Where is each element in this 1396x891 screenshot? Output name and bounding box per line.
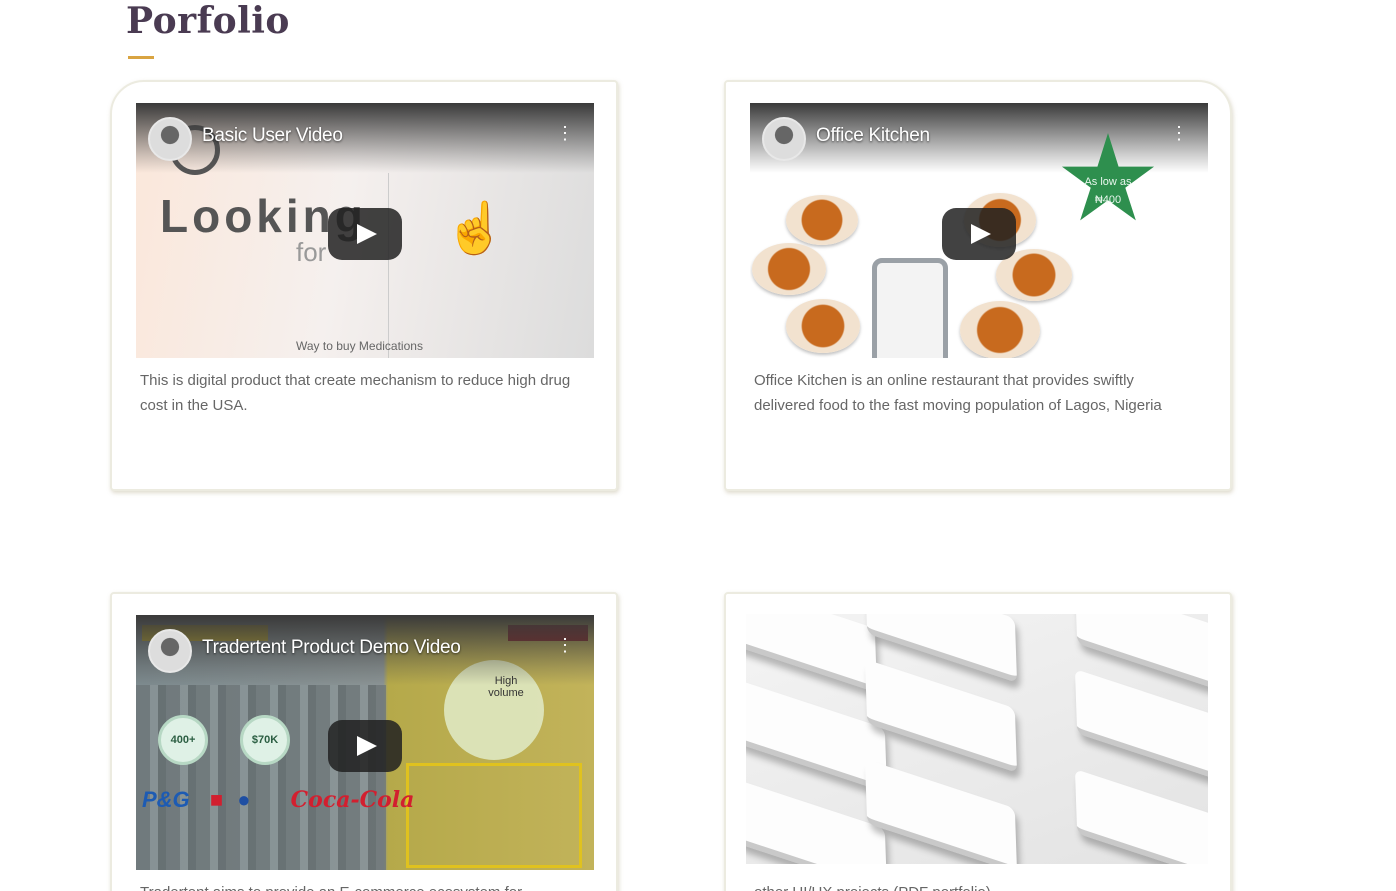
more-vert-icon[interactable]: ⋮: [1170, 124, 1188, 151]
card-description: This is digital product that create mech…: [140, 372, 571, 414]
video-embed-basic-user[interactable]: Looking for ☝ Way to buy Medications Bas…: [136, 103, 594, 358]
channel-avatar[interactable]: [148, 629, 192, 673]
stat-badge: 400+: [158, 715, 208, 765]
phone-mockup-image: [872, 258, 948, 358]
phone-mockup-image: [746, 614, 878, 694]
title-underline: [128, 56, 154, 59]
card-description: other UI/UX projects (PDF portfolio): [754, 880, 1194, 891]
more-vert-icon[interactable]: ⋮: [556, 636, 574, 663]
video-title[interactable]: Tradertent Product Demo Video: [202, 637, 461, 659]
stat-badge: $70K: [240, 715, 290, 765]
highlight-box: [406, 763, 582, 868]
portfolio-card-uiux: other UI/UX projects (PDF portfolio): [724, 592, 1232, 891]
food-plate-image: [960, 301, 1040, 358]
card-description: Tradertent aims to provide an E-commerce…: [140, 880, 580, 891]
card-description: Office Kitchen is an online restaurant t…: [754, 372, 1162, 414]
hand-cursor-icon: ☝: [444, 200, 507, 256]
channel-avatar[interactable]: [762, 117, 806, 161]
video-title[interactable]: Office Kitchen: [816, 125, 930, 147]
phone-mockup-image: [1074, 668, 1208, 784]
video-embed-tradertent[interactable]: 400+ $70K High volume P&G ■ ● Coca-Cola …: [136, 615, 594, 870]
play-icon[interactable]: [942, 208, 1016, 260]
video-title[interactable]: Basic User Video: [202, 125, 343, 147]
thumbnail-caption: Way to buy Medications: [296, 339, 423, 353]
phone-mockup-image: [864, 658, 1018, 774]
city-skyline-image: [136, 685, 386, 870]
section-title: Porfolio: [126, 0, 290, 42]
video-embed-office-kitchen[interactable]: As low as ₦400 Office Kitchen ⋮: [750, 103, 1208, 358]
food-plate-image: [786, 299, 860, 353]
portfolio-card-basic-user: Looking for ☝ Way to buy Medications Bas…: [110, 80, 618, 491]
brand-logos: P&G ■ ● Coca-Cola: [142, 787, 415, 813]
thumbnail-subword: for: [296, 237, 327, 267]
portfolio-card-office-kitchen: As low as ₦400 Office Kitchen ⋮ Office K…: [724, 80, 1232, 491]
channel-avatar[interactable]: [148, 117, 192, 161]
price-star-text: As low as ₦400: [1084, 176, 1132, 206]
uiux-mockup-image[interactable]: [746, 614, 1208, 864]
phone-mockup-image: [1074, 768, 1208, 864]
more-vert-icon[interactable]: ⋮: [556, 124, 574, 151]
play-icon[interactable]: [328, 208, 402, 260]
food-plate-image: [786, 195, 858, 245]
thumbnail-divider: [388, 173, 389, 358]
play-icon[interactable]: [328, 720, 402, 772]
phone-mockup-image: [864, 758, 1018, 864]
portfolio-card-tradertent: 400+ $70K High volume P&G ■ ● Coca-Cola …: [110, 592, 618, 891]
food-plate-image: [752, 243, 826, 295]
